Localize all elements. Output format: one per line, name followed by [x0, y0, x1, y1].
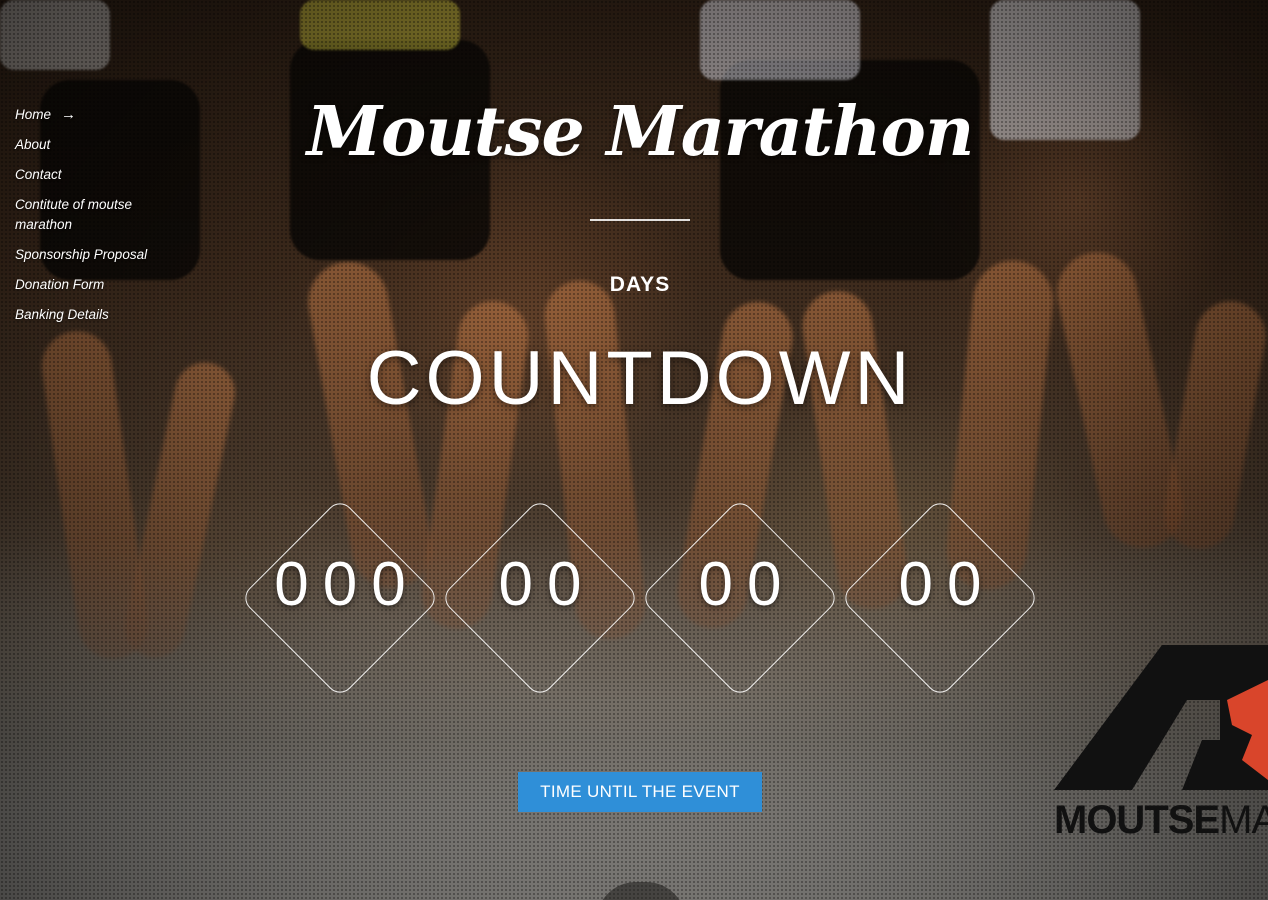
logo-mark-icon — [1054, 645, 1268, 790]
nav-item-sponsorship-proposal[interactable]: Sponsorship Proposal — [15, 245, 165, 265]
days-label: DAYS — [609, 273, 671, 296]
time-until-event-button[interactable]: TIME UNTIL THE EVENT — [518, 772, 762, 812]
countdown-seconds-value: 00 — [898, 550, 996, 619]
countdown-heading: COUNTDOWN — [366, 336, 914, 421]
nav-item-banking-details[interactable]: Banking Details — [15, 305, 165, 325]
title-divider — [590, 219, 690, 221]
countdown-hours-value: 00 — [498, 550, 596, 619]
moutse-marathon-logo: MOUTSEMA — [1052, 640, 1268, 840]
page: Home → About Contact Contitute of moutse … — [0, 0, 1268, 900]
logo-wordmark: MOUTSEMA — [1054, 798, 1268, 840]
countdown-days-value: 000 — [274, 550, 420, 619]
countdown-minutes-value: 00 — [698, 550, 796, 619]
site-title: Moutse Marathon — [306, 92, 975, 172]
nav-item-constitution[interactable]: Contitute of moutse marathon — [15, 195, 165, 235]
